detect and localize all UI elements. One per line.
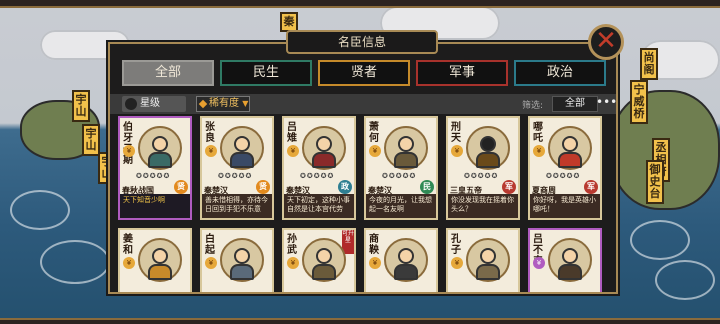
coin-icon: ¥ <box>533 257 545 269</box>
minister-card[interactable]: 刑天 ¥ ✪✪✪✪✪ 三皇五帝 军 你没发现我在摇着你头么？ <box>446 116 520 220</box>
type-badge: 军 <box>502 180 516 194</box>
minister-name: 姜和 <box>123 234 133 256</box>
minister-quote: 今夜的月光，让我想起一名友啊 <box>366 194 436 218</box>
coin-icon: ¥ <box>123 145 135 157</box>
minister-name: 白起 <box>205 234 215 256</box>
rarity-dropdown[interactable]: 稀有度 ▼ <box>196 96 250 112</box>
minister-portrait <box>466 126 510 170</box>
sort-icon <box>125 98 137 110</box>
star-rating: ✪✪✪✪✪ <box>300 172 335 180</box>
minister-portrait <box>138 238 182 282</box>
screen-frame-top <box>0 0 720 8</box>
coin-icon: ¥ <box>369 145 381 157</box>
screen-frame-bottom <box>0 318 720 324</box>
wave <box>10 190 70 230</box>
type-badge: 政 <box>338 180 352 194</box>
minister-quote: 你好呀，我是英雄小哪吒！ <box>530 194 600 218</box>
minister-portrait <box>302 126 346 170</box>
minister-portrait <box>548 126 592 170</box>
type-badge: 军 <box>584 180 598 194</box>
close-icon[interactable]: ✕ <box>588 24 624 60</box>
sort-by-star-button[interactable]: 星级 <box>122 96 186 112</box>
type-badge: 民 <box>420 180 434 194</box>
panel-title: 名臣信息 <box>286 30 438 54</box>
tab-politics[interactable]: 政治 <box>514 60 606 86</box>
minister-portrait <box>138 126 182 170</box>
minister-card[interactable]: 白起 ¥ <box>200 228 274 292</box>
tab-military[interactable]: 军事 <box>416 60 508 86</box>
minister-quote: 天下初定，这种小事自然是让本宫代劳 <box>284 194 354 218</box>
more-options-button[interactable]: ••• <box>596 96 617 112</box>
minister-portrait <box>548 238 592 282</box>
minister-name: 萧何 <box>369 122 379 144</box>
filter-bar: 星级 稀有度 ▼ 筛选: 全部 ••• <box>110 94 617 114</box>
coin-icon: ¥ <box>287 145 299 157</box>
minister-name: 孙武 <box>287 234 297 256</box>
wave <box>40 240 110 284</box>
minister-name: 商鞅 <box>369 234 379 256</box>
minister-portrait <box>384 238 428 282</box>
minister-portrait <box>220 126 264 170</box>
coin-icon: ¥ <box>369 257 381 269</box>
minister-portrait <box>302 238 346 282</box>
map-sign[interactable]: 宁威桥 <box>630 80 648 124</box>
star-rating: ✪✪✪✪✪ <box>546 172 581 180</box>
rarity-label: 稀有度 <box>209 98 239 109</box>
minister-card[interactable]: 孙武 可升星 ¥ <box>282 228 356 292</box>
minister-name: 孔子 <box>451 234 461 256</box>
filter-select[interactable]: 全部 <box>552 96 598 112</box>
coin-icon: ¥ <box>205 257 217 269</box>
coin-icon: ¥ <box>533 145 545 157</box>
minister-quote: 天下知音少啊 <box>120 194 190 218</box>
minister-name: 吕雉 <box>287 122 297 144</box>
wave <box>655 260 715 300</box>
map-sign[interactable]: 宇山 <box>72 90 90 122</box>
minister-portrait <box>220 238 264 282</box>
star-rating: ✪✪✪✪✪ <box>464 172 499 180</box>
minister-card[interactable]: 哪吒 ¥ ✪✪✪✪✪ 夏商周 军 你好呀，我是英雄小哪吒！ <box>528 116 602 220</box>
map-sign[interactable]: 秦 <box>280 12 298 32</box>
tab-sage[interactable]: 贤者 <box>318 60 410 86</box>
coin-icon: ¥ <box>123 257 135 269</box>
minister-name: 哪吒 <box>533 122 543 144</box>
type-badge: 贤 <box>256 180 270 194</box>
chevron-down-icon: ▼ <box>242 99 249 108</box>
minister-card[interactable]: 商鞅 ¥ <box>364 228 438 292</box>
minister-card[interactable]: 张良 ¥ ✪✪✪✪✪ 秦楚汉 贤 善未惜相得，亦待今日回到手犯不乐意 <box>200 116 274 220</box>
minister-name: 伯牙子期 <box>123 122 133 166</box>
minister-card[interactable]: 姜和 ¥ <box>118 228 192 292</box>
minister-card-grid: 伯牙子期 ¥ ✪✪✪✪✪ 春秋战国 贤 天下知音少啊 张良 ¥ ✪✪✪✪✪ 秦楚… <box>118 116 610 292</box>
minister-quote: 善未惜相得，亦待今日回到手犯不乐意 <box>202 194 272 218</box>
coin-icon: ¥ <box>451 257 463 269</box>
type-badge: 贤 <box>174 180 188 194</box>
minister-card[interactable]: 萧何 ¥ ✪✪✪✪✪ 秦楚汉 民 今夜的月光，让我想起一名友啊 <box>364 116 438 220</box>
star-rating: ✪✪✪✪✪ <box>218 172 253 180</box>
wave <box>630 220 690 260</box>
minister-card[interactable]: 吕雉 ¥ ✪✪✪✪✪ 秦楚汉 政 天下初定，这种小事自然是让本宫代劳 <box>282 116 356 220</box>
minister-card[interactable]: 吕不韦 ¥ <box>528 228 602 292</box>
minister-card[interactable]: 伯牙子期 ¥ ✪✪✪✪✪ 春秋战国 贤 天下知音少啊 <box>118 116 192 220</box>
minister-info-panel: 名臣信息 全部 民生 贤者 军事 政治 星级 稀有度 ▼ 筛选: 全部 ••• … <box>108 30 618 294</box>
map-sign[interactable]: 尚阁 <box>640 48 658 80</box>
filter-label: 筛选: <box>522 101 544 111</box>
tab-livelihood[interactable]: 民生 <box>220 60 312 86</box>
minister-portrait <box>384 126 428 170</box>
minister-card[interactable]: 孔子 ¥ <box>446 228 520 292</box>
map-sign[interactable]: 御史台 <box>646 160 664 204</box>
coin-icon: ¥ <box>205 145 217 157</box>
star-rating: ✪✪✪✪✪ <box>382 172 417 180</box>
minister-quote: 你没发现我在摇着你头么？ <box>448 194 518 218</box>
coin-icon: ¥ <box>451 145 463 157</box>
minister-name: 刑天 <box>451 122 461 144</box>
category-tabs: 全部 民生 贤者 军事 政治 <box>122 60 606 88</box>
minister-portrait <box>466 238 510 282</box>
tab-all[interactable]: 全部 <box>122 60 214 86</box>
sort-label: 星级 <box>140 98 160 109</box>
coin-icon: ¥ <box>287 257 299 269</box>
minister-name: 张良 <box>205 122 215 144</box>
star-rating: ✪✪✪✪✪ <box>136 172 171 180</box>
diamond-icon <box>198 99 208 109</box>
